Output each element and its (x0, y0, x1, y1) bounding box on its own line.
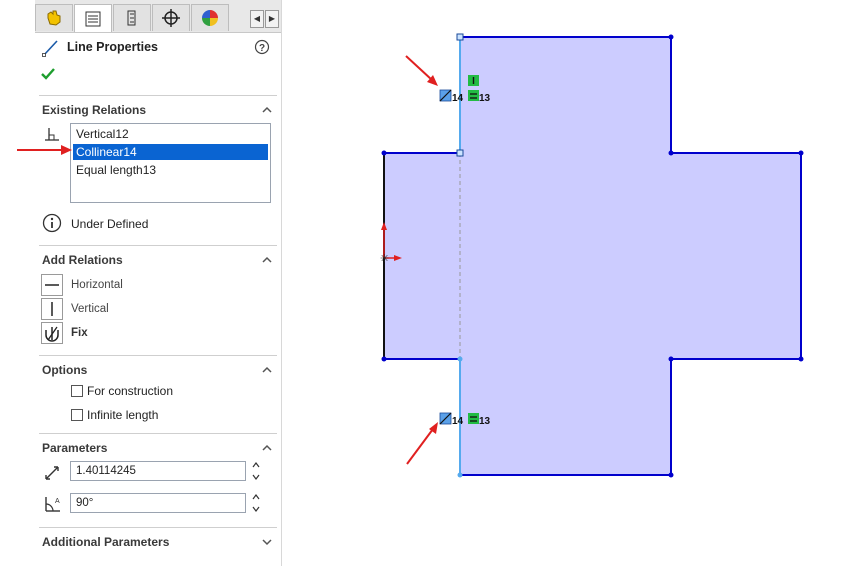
sketch-canvas[interactable]: ✳ 14 13 14 13 (282, 0, 860, 573)
infinite-length-label: Infinite length (87, 408, 159, 422)
relations-icon (45, 128, 59, 141)
section-divider (39, 245, 277, 246)
tab-scroll-left-button[interactable]: ◀ (250, 10, 264, 28)
property-manager-title: Line Properties (67, 40, 158, 54)
length-input[interactable] (70, 461, 246, 481)
info-icon (42, 213, 62, 233)
sketch-profile-fill (384, 37, 801, 475)
line-icon (42, 40, 58, 57)
add-relation-label: Horizontal (71, 279, 123, 291)
sketch-vertex (457, 472, 463, 478)
relation-item-equal-length[interactable]: Equal length13 (73, 162, 268, 178)
add-relation-horizontal[interactable]: Horizontal (41, 274, 123, 296)
chevron-up-icon[interactable] (261, 364, 273, 376)
svg-text:?: ? (259, 43, 265, 54)
infinite-length-checkbox[interactable] (71, 409, 83, 421)
add-relation-fix[interactable]: Fix (41, 322, 88, 344)
tab-display-manager[interactable] (191, 4, 229, 31)
length-spinner-icon[interactable] (251, 460, 261, 482)
chevron-down-icon[interactable] (261, 536, 273, 548)
chevron-up-icon[interactable] (261, 442, 273, 454)
relation-tag-number: 14 (452, 416, 464, 427)
parameters-header[interactable]: Parameters (42, 441, 107, 455)
section-divider (39, 527, 277, 528)
vertical-relation-icon (41, 298, 63, 320)
endpoint-handle[interactable] (456, 33, 464, 41)
configuration-manager-icon (127, 10, 136, 26)
options-header[interactable]: Options (42, 363, 87, 377)
angle-spinner-icon[interactable] (251, 492, 261, 514)
equal-relation-icon (468, 90, 479, 101)
help-icon[interactable]: ? (254, 39, 270, 55)
add-relation-label: Vertical (71, 303, 109, 315)
relation-tag-number: 13 (479, 416, 491, 427)
annotation-arrow (405, 55, 438, 86)
endpoint-handle[interactable] (456, 149, 464, 157)
fix-anchor-icon (41, 322, 63, 344)
relation-tag-number: 13 (479, 93, 491, 104)
add-relation-label: Fix (71, 327, 88, 339)
for-construction-checkbox[interactable] (71, 385, 83, 397)
tab-scroll-right-button[interactable]: ▶ (265, 10, 279, 28)
relation-item-collinear[interactable]: Collinear14 (73, 144, 268, 160)
collinear-relation-icon (439, 89, 452, 102)
chevron-up-icon[interactable] (261, 254, 273, 266)
ok-checkmark-icon[interactable] (40, 66, 56, 82)
section-divider (39, 95, 277, 96)
angle-input[interactable] (70, 493, 246, 513)
relation-tag-number: 14 (452, 93, 464, 104)
tab-dimxpert[interactable] (152, 4, 190, 31)
dimxpert-icon (162, 9, 180, 27)
collinear-relation-icon (439, 412, 452, 425)
sketch-vertex (457, 356, 463, 362)
section-divider (39, 355, 277, 356)
display-manager-icon (202, 10, 218, 26)
svg-text:✳: ✳ (380, 252, 389, 265)
tab-property-manager[interactable] (74, 4, 112, 32)
tab-configuration-manager[interactable] (113, 4, 151, 31)
tab-feature-manager[interactable] (35, 4, 73, 31)
sketch-status: Under Defined (71, 217, 149, 231)
additional-parameters-header[interactable]: Additional Parameters (42, 535, 169, 549)
manager-tabs: ◀ ▶ (35, 0, 281, 33)
existing-relations-header[interactable]: Existing Relations (42, 103, 146, 117)
property-manager-panel: ◀ ▶ Line Properties ? Existing Relations… (35, 0, 282, 566)
annotation-arrow (17, 145, 72, 155)
chevron-up-icon[interactable] (261, 104, 273, 116)
relation-item-vertical[interactable]: Vertical12 (73, 126, 268, 142)
svg-text:A: A (55, 498, 60, 505)
add-relation-vertical[interactable]: Vertical (41, 298, 109, 320)
add-relations-header[interactable]: Add Relations (42, 253, 123, 267)
for-construction-label: For construction (87, 384, 174, 398)
angle-dimension-icon: A (45, 497, 60, 512)
length-dimension-icon (45, 466, 59, 480)
horizontal-relation-icon (41, 274, 63, 296)
existing-relations-list[interactable]: Vertical12 Collinear14 Equal length13 (70, 123, 271, 203)
annotation-arrow (406, 422, 438, 465)
section-divider (39, 433, 277, 434)
property-manager-icon (85, 11, 101, 26)
equal-relation-icon (468, 413, 479, 424)
feature-manager-icon (47, 10, 61, 26)
